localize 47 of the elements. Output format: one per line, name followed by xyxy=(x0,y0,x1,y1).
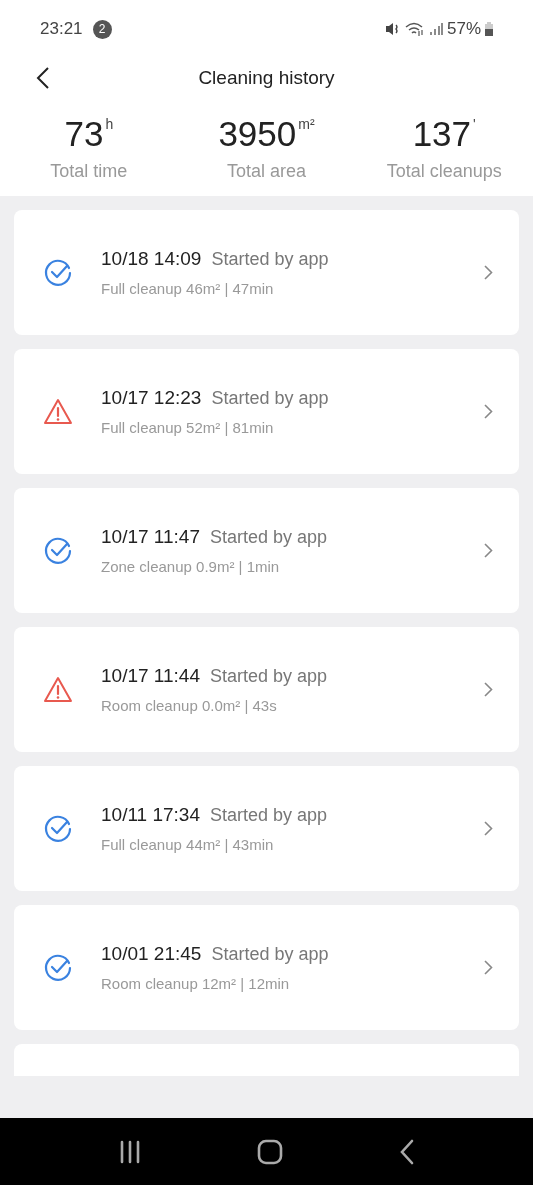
record-source: Started by app xyxy=(209,527,328,548)
record-details: Full cleanup 46m² | 47min xyxy=(101,280,275,297)
history-record-card[interactable]: 10/18 14:09 Started by app Full cleanup 46m² | 47min xyxy=(14,210,519,335)
stat-unit: m² xyxy=(298,116,315,132)
status-time: 23:21 xyxy=(40,19,83,39)
stat-value: 3950 xyxy=(218,116,297,151)
record-source: Started by app xyxy=(209,666,328,687)
chevron-right-icon xyxy=(484,682,493,697)
chevron-right-icon xyxy=(484,543,493,558)
record-source: Started by app xyxy=(211,249,329,270)
record-details: Room cleanup 12m² | 12min xyxy=(101,975,291,992)
stat-label: Total cleanups xyxy=(386,161,502,182)
record-source: Started by app xyxy=(209,805,328,826)
chevron-right-icon xyxy=(484,265,493,280)
record-details: Full cleanup 52m² | 81min xyxy=(101,419,275,436)
stat-label: Total area xyxy=(226,161,307,182)
record-datetime: 10/17 11:47 xyxy=(101,526,200,548)
chevron-right-icon xyxy=(484,960,493,975)
record-datetime: 10/18 14:09 xyxy=(101,248,202,270)
stat-unit: h xyxy=(105,116,114,132)
wifi-icon xyxy=(404,22,425,36)
history-record-card[interactable]: 10/11 17:34 Started by app Full cleanup 44m² | 43min xyxy=(14,766,519,891)
signal-icon xyxy=(428,22,443,36)
stat-value: 137 xyxy=(412,116,472,151)
record-datetime: 10/17 12:23 xyxy=(101,387,202,409)
history-record-card[interactable]: 10/17 11:44 Started by app Room cleanup 0.0m² | 43s xyxy=(14,627,519,752)
record-details: Full cleanup 44m² | 43min xyxy=(101,836,275,853)
battery-icon xyxy=(485,22,493,36)
battery-percent: 57% xyxy=(446,19,481,39)
page-title: Cleaning history xyxy=(198,67,335,89)
stat-label: Total time xyxy=(50,161,128,182)
stat-value: 73 xyxy=(64,116,104,151)
record-source: Started by app xyxy=(211,944,329,965)
notification-badge: 2 xyxy=(92,19,112,39)
chevron-right-icon xyxy=(484,404,493,419)
history-record-card[interactable]: 10/01 21:45 Started by app Room cleanup 12m² | 12min xyxy=(14,905,519,1030)
record-details: Room cleanup 0.0m² | 43s xyxy=(101,697,278,714)
history-record-card[interactable]: 10/17 12:23 Started by app Full cleanup 52m² | 81min xyxy=(14,349,519,474)
chevron-right-icon xyxy=(484,821,493,836)
record-datetime: 10/17 11:44 xyxy=(101,665,200,687)
record-details: Zone cleanup 0.9m² | 1min xyxy=(101,558,281,575)
record-datetime: 10/01 21:45 xyxy=(101,943,202,965)
record-datetime: 10/11 17:34 xyxy=(101,804,200,826)
history-record-card[interactable]: 10/17 11:47 Started by app Zone cleanup 0.9m² | 1min xyxy=(14,488,519,613)
stat-unit: ' xyxy=(473,116,476,132)
mute-icon xyxy=(384,22,401,36)
record-source: Started by app xyxy=(211,388,329,409)
